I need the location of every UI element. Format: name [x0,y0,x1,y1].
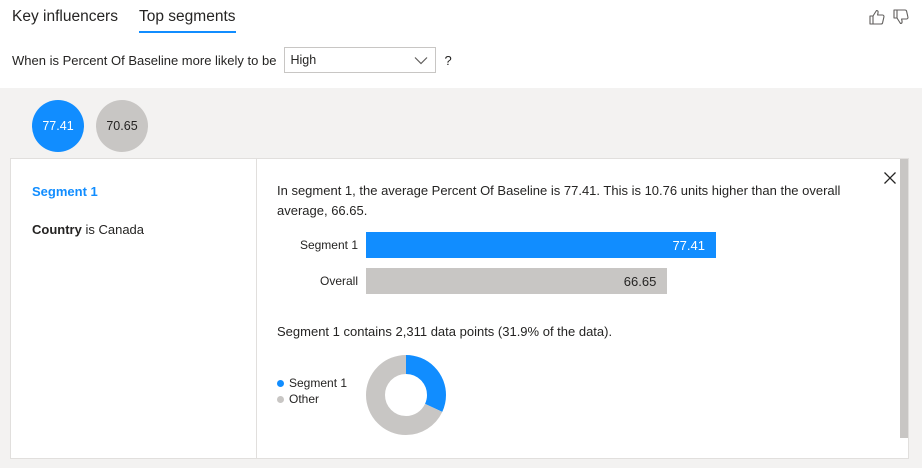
close-icon[interactable] [883,171,897,185]
tab-top-segments[interactable]: Top segments [139,8,236,33]
segment-detail-card: Segment 1 Country is Canada In segment 1… [10,158,909,459]
dropdown-selected-value: High [290,53,317,67]
target-value-dropdown[interactable]: High [284,47,437,73]
scrollbar[interactable] [900,159,908,438]
bar-label-overall: Overall [319,274,358,288]
segment-share-donut [366,355,446,435]
thumbs-up-icon[interactable] [868,8,886,26]
bar-value-label: 77.41 [672,237,705,253]
bar-value-label: 66.65 [623,273,657,289]
condition-value: is Canada [85,222,145,237]
legend-label: Other [289,392,320,406]
legend-item: Other [277,391,347,407]
legend-item: Segment 1 [277,375,347,391]
segment-bubble-1[interactable]: 77.41 [32,100,84,152]
tab-key-influencers[interactable]: Key influencers [12,8,118,26]
thumbs-down-icon[interactable] [892,8,910,26]
feedback-controls [868,8,910,26]
condition-field: Country [32,222,82,237]
question-text: When is Percent Of Baseline more likely … [12,52,277,68]
legend-dot-segment [277,379,284,387]
donut-legend: Segment 1 Other [277,375,347,407]
legend-dot-other [277,395,284,403]
question-row: When is Percent Of Baseline more likely … [12,47,452,73]
segment-summary-panel: Segment 1 Country is Canada [11,159,257,458]
bar-label-segment-1: Segment 1 [299,238,358,252]
segment-condition: Country is Canada [32,222,144,237]
bar-segment-1: 77.41 [366,232,716,258]
segment-size-text: Segment 1 contains 2,311 data points (31… [277,324,613,339]
legend-label: Segment 1 [289,376,348,390]
question-mark: ? [444,52,452,68]
segment-title: Segment 1 [32,184,98,199]
segment-bubble-2[interactable]: 70.65 [96,100,148,152]
bar-overall: 66.65 [366,268,668,294]
segment-description: In segment 1, the average Percent Of Bas… [277,183,841,218]
chevron-down-icon [415,57,428,65]
